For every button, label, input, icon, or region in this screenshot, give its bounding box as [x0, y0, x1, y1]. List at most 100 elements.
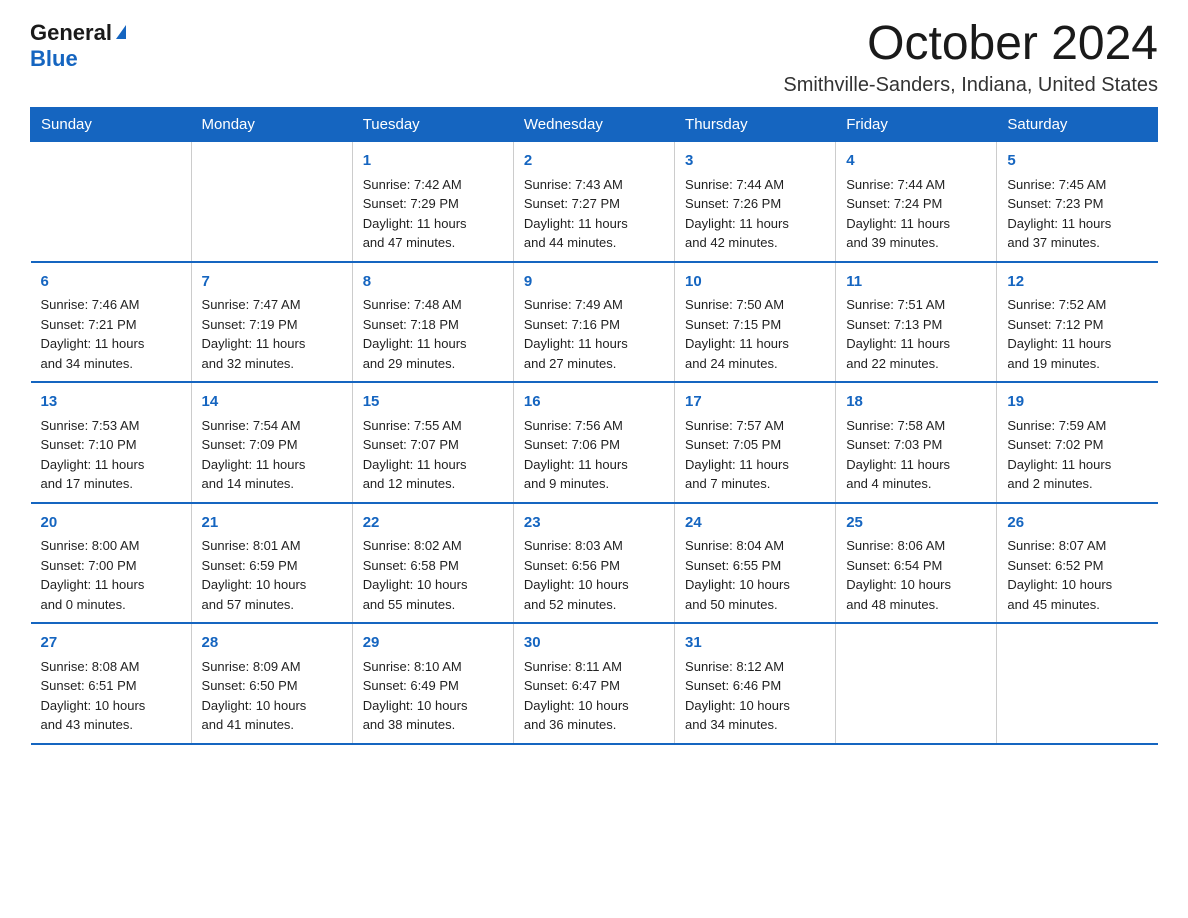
day-info: Sunrise: 7:54 AM Sunset: 7:09 PM Dayligh…	[202, 416, 342, 494]
day-number: 8	[363, 271, 503, 294]
day-info: Sunrise: 7:43 AM Sunset: 7:27 PM Dayligh…	[524, 175, 664, 253]
calendar-cell: 28Sunrise: 8:09 AM Sunset: 6:50 PM Dayli…	[191, 623, 352, 744]
calendar-cell: 7Sunrise: 7:47 AM Sunset: 7:19 PM Daylig…	[191, 262, 352, 383]
day-number: 4	[846, 150, 986, 173]
day-number: 19	[1007, 391, 1147, 414]
day-number: 14	[202, 391, 342, 414]
logo-blue-text: Blue	[30, 46, 78, 72]
day-info: Sunrise: 8:01 AM Sunset: 6:59 PM Dayligh…	[202, 536, 342, 614]
day-info: Sunrise: 7:45 AM Sunset: 7:23 PM Dayligh…	[1007, 175, 1147, 253]
header-cell-saturday: Saturday	[997, 108, 1158, 142]
day-info: Sunrise: 7:48 AM Sunset: 7:18 PM Dayligh…	[363, 295, 503, 373]
calendar-cell: 22Sunrise: 8:02 AM Sunset: 6:58 PM Dayli…	[352, 503, 513, 624]
day-number: 13	[41, 391, 181, 414]
calendar-cell	[191, 142, 352, 262]
day-info: Sunrise: 7:50 AM Sunset: 7:15 PM Dayligh…	[685, 295, 825, 373]
day-info: Sunrise: 7:47 AM Sunset: 7:19 PM Dayligh…	[202, 295, 342, 373]
day-number: 18	[846, 391, 986, 414]
day-number: 17	[685, 391, 825, 414]
header-cell-monday: Monday	[191, 108, 352, 142]
day-info: Sunrise: 7:46 AM Sunset: 7:21 PM Dayligh…	[41, 295, 181, 373]
calendar-cell: 24Sunrise: 8:04 AM Sunset: 6:55 PM Dayli…	[675, 503, 836, 624]
day-info: Sunrise: 8:08 AM Sunset: 6:51 PM Dayligh…	[41, 657, 181, 735]
day-info: Sunrise: 8:03 AM Sunset: 6:56 PM Dayligh…	[524, 536, 664, 614]
calendar-cell: 31Sunrise: 8:12 AM Sunset: 6:46 PM Dayli…	[675, 623, 836, 744]
day-info: Sunrise: 7:57 AM Sunset: 7:05 PM Dayligh…	[685, 416, 825, 494]
day-number: 23	[524, 512, 664, 535]
day-info: Sunrise: 7:44 AM Sunset: 7:24 PM Dayligh…	[846, 175, 986, 253]
day-info: Sunrise: 8:02 AM Sunset: 6:58 PM Dayligh…	[363, 536, 503, 614]
calendar-week-5: 27Sunrise: 8:08 AM Sunset: 6:51 PM Dayli…	[31, 623, 1158, 744]
month-title: October 2024	[783, 20, 1158, 68]
day-number: 9	[524, 271, 664, 294]
calendar-cell: 11Sunrise: 7:51 AM Sunset: 7:13 PM Dayli…	[836, 262, 997, 383]
day-number: 26	[1007, 512, 1147, 535]
calendar-cell: 16Sunrise: 7:56 AM Sunset: 7:06 PM Dayli…	[513, 382, 674, 503]
calendar-cell	[997, 623, 1158, 744]
day-info: Sunrise: 8:10 AM Sunset: 6:49 PM Dayligh…	[363, 657, 503, 735]
header-cell-wednesday: Wednesday	[513, 108, 674, 142]
day-number: 27	[41, 632, 181, 655]
calendar-cell: 23Sunrise: 8:03 AM Sunset: 6:56 PM Dayli…	[513, 503, 674, 624]
calendar-cell: 14Sunrise: 7:54 AM Sunset: 7:09 PM Dayli…	[191, 382, 352, 503]
day-info: Sunrise: 7:42 AM Sunset: 7:29 PM Dayligh…	[363, 175, 503, 253]
day-number: 3	[685, 150, 825, 173]
calendar-week-2: 6Sunrise: 7:46 AM Sunset: 7:21 PM Daylig…	[31, 262, 1158, 383]
header-row: SundayMondayTuesdayWednesdayThursdayFrid…	[31, 108, 1158, 142]
day-info: Sunrise: 7:59 AM Sunset: 7:02 PM Dayligh…	[1007, 416, 1147, 494]
day-number: 11	[846, 271, 986, 294]
day-number: 25	[846, 512, 986, 535]
day-info: Sunrise: 8:04 AM Sunset: 6:55 PM Dayligh…	[685, 536, 825, 614]
day-number: 7	[202, 271, 342, 294]
day-info: Sunrise: 7:56 AM Sunset: 7:06 PM Dayligh…	[524, 416, 664, 494]
day-number: 30	[524, 632, 664, 655]
calendar-cell: 2Sunrise: 7:43 AM Sunset: 7:27 PM Daylig…	[513, 142, 674, 262]
calendar-cell: 6Sunrise: 7:46 AM Sunset: 7:21 PM Daylig…	[31, 262, 192, 383]
page-header: General Blue October 2024 Smithville-San…	[30, 20, 1158, 97]
header-cell-sunday: Sunday	[31, 108, 192, 142]
day-number: 31	[685, 632, 825, 655]
day-number: 28	[202, 632, 342, 655]
calendar-header: SundayMondayTuesdayWednesdayThursdayFrid…	[31, 108, 1158, 142]
calendar-cell: 21Sunrise: 8:01 AM Sunset: 6:59 PM Dayli…	[191, 503, 352, 624]
day-info: Sunrise: 7:52 AM Sunset: 7:12 PM Dayligh…	[1007, 295, 1147, 373]
day-info: Sunrise: 7:55 AM Sunset: 7:07 PM Dayligh…	[363, 416, 503, 494]
day-number: 6	[41, 271, 181, 294]
day-info: Sunrise: 8:06 AM Sunset: 6:54 PM Dayligh…	[846, 536, 986, 614]
day-number: 29	[363, 632, 503, 655]
calendar-cell: 1Sunrise: 7:42 AM Sunset: 7:29 PM Daylig…	[352, 142, 513, 262]
day-number: 2	[524, 150, 664, 173]
day-info: Sunrise: 7:51 AM Sunset: 7:13 PM Dayligh…	[846, 295, 986, 373]
day-number: 16	[524, 391, 664, 414]
day-number: 21	[202, 512, 342, 535]
day-number: 1	[363, 150, 503, 173]
day-info: Sunrise: 8:12 AM Sunset: 6:46 PM Dayligh…	[685, 657, 825, 735]
calendar-cell: 17Sunrise: 7:57 AM Sunset: 7:05 PM Dayli…	[675, 382, 836, 503]
calendar-cell: 9Sunrise: 7:49 AM Sunset: 7:16 PM Daylig…	[513, 262, 674, 383]
calendar-cell: 26Sunrise: 8:07 AM Sunset: 6:52 PM Dayli…	[997, 503, 1158, 624]
calendar-cell	[31, 142, 192, 262]
header-cell-tuesday: Tuesday	[352, 108, 513, 142]
calendar-cell: 13Sunrise: 7:53 AM Sunset: 7:10 PM Dayli…	[31, 382, 192, 503]
day-number: 5	[1007, 150, 1147, 173]
logo: General Blue	[30, 20, 126, 72]
title-area: October 2024 Smithville-Sanders, Indiana…	[783, 20, 1158, 97]
calendar-cell: 15Sunrise: 7:55 AM Sunset: 7:07 PM Dayli…	[352, 382, 513, 503]
day-number: 20	[41, 512, 181, 535]
calendar-cell: 3Sunrise: 7:44 AM Sunset: 7:26 PM Daylig…	[675, 142, 836, 262]
logo-triangle-icon	[116, 25, 126, 39]
calendar-cell: 27Sunrise: 8:08 AM Sunset: 6:51 PM Dayli…	[31, 623, 192, 744]
header-cell-thursday: Thursday	[675, 108, 836, 142]
day-info: Sunrise: 8:11 AM Sunset: 6:47 PM Dayligh…	[524, 657, 664, 735]
calendar-cell: 20Sunrise: 8:00 AM Sunset: 7:00 PM Dayli…	[31, 503, 192, 624]
calendar-cell: 19Sunrise: 7:59 AM Sunset: 7:02 PM Dayli…	[997, 382, 1158, 503]
day-number: 22	[363, 512, 503, 535]
day-info: Sunrise: 7:44 AM Sunset: 7:26 PM Dayligh…	[685, 175, 825, 253]
day-info: Sunrise: 8:07 AM Sunset: 6:52 PM Dayligh…	[1007, 536, 1147, 614]
day-info: Sunrise: 7:53 AM Sunset: 7:10 PM Dayligh…	[41, 416, 181, 494]
day-info: Sunrise: 8:00 AM Sunset: 7:00 PM Dayligh…	[41, 536, 181, 614]
header-cell-friday: Friday	[836, 108, 997, 142]
day-number: 12	[1007, 271, 1147, 294]
logo-general-text: General	[30, 20, 126, 46]
calendar-cell: 4Sunrise: 7:44 AM Sunset: 7:24 PM Daylig…	[836, 142, 997, 262]
